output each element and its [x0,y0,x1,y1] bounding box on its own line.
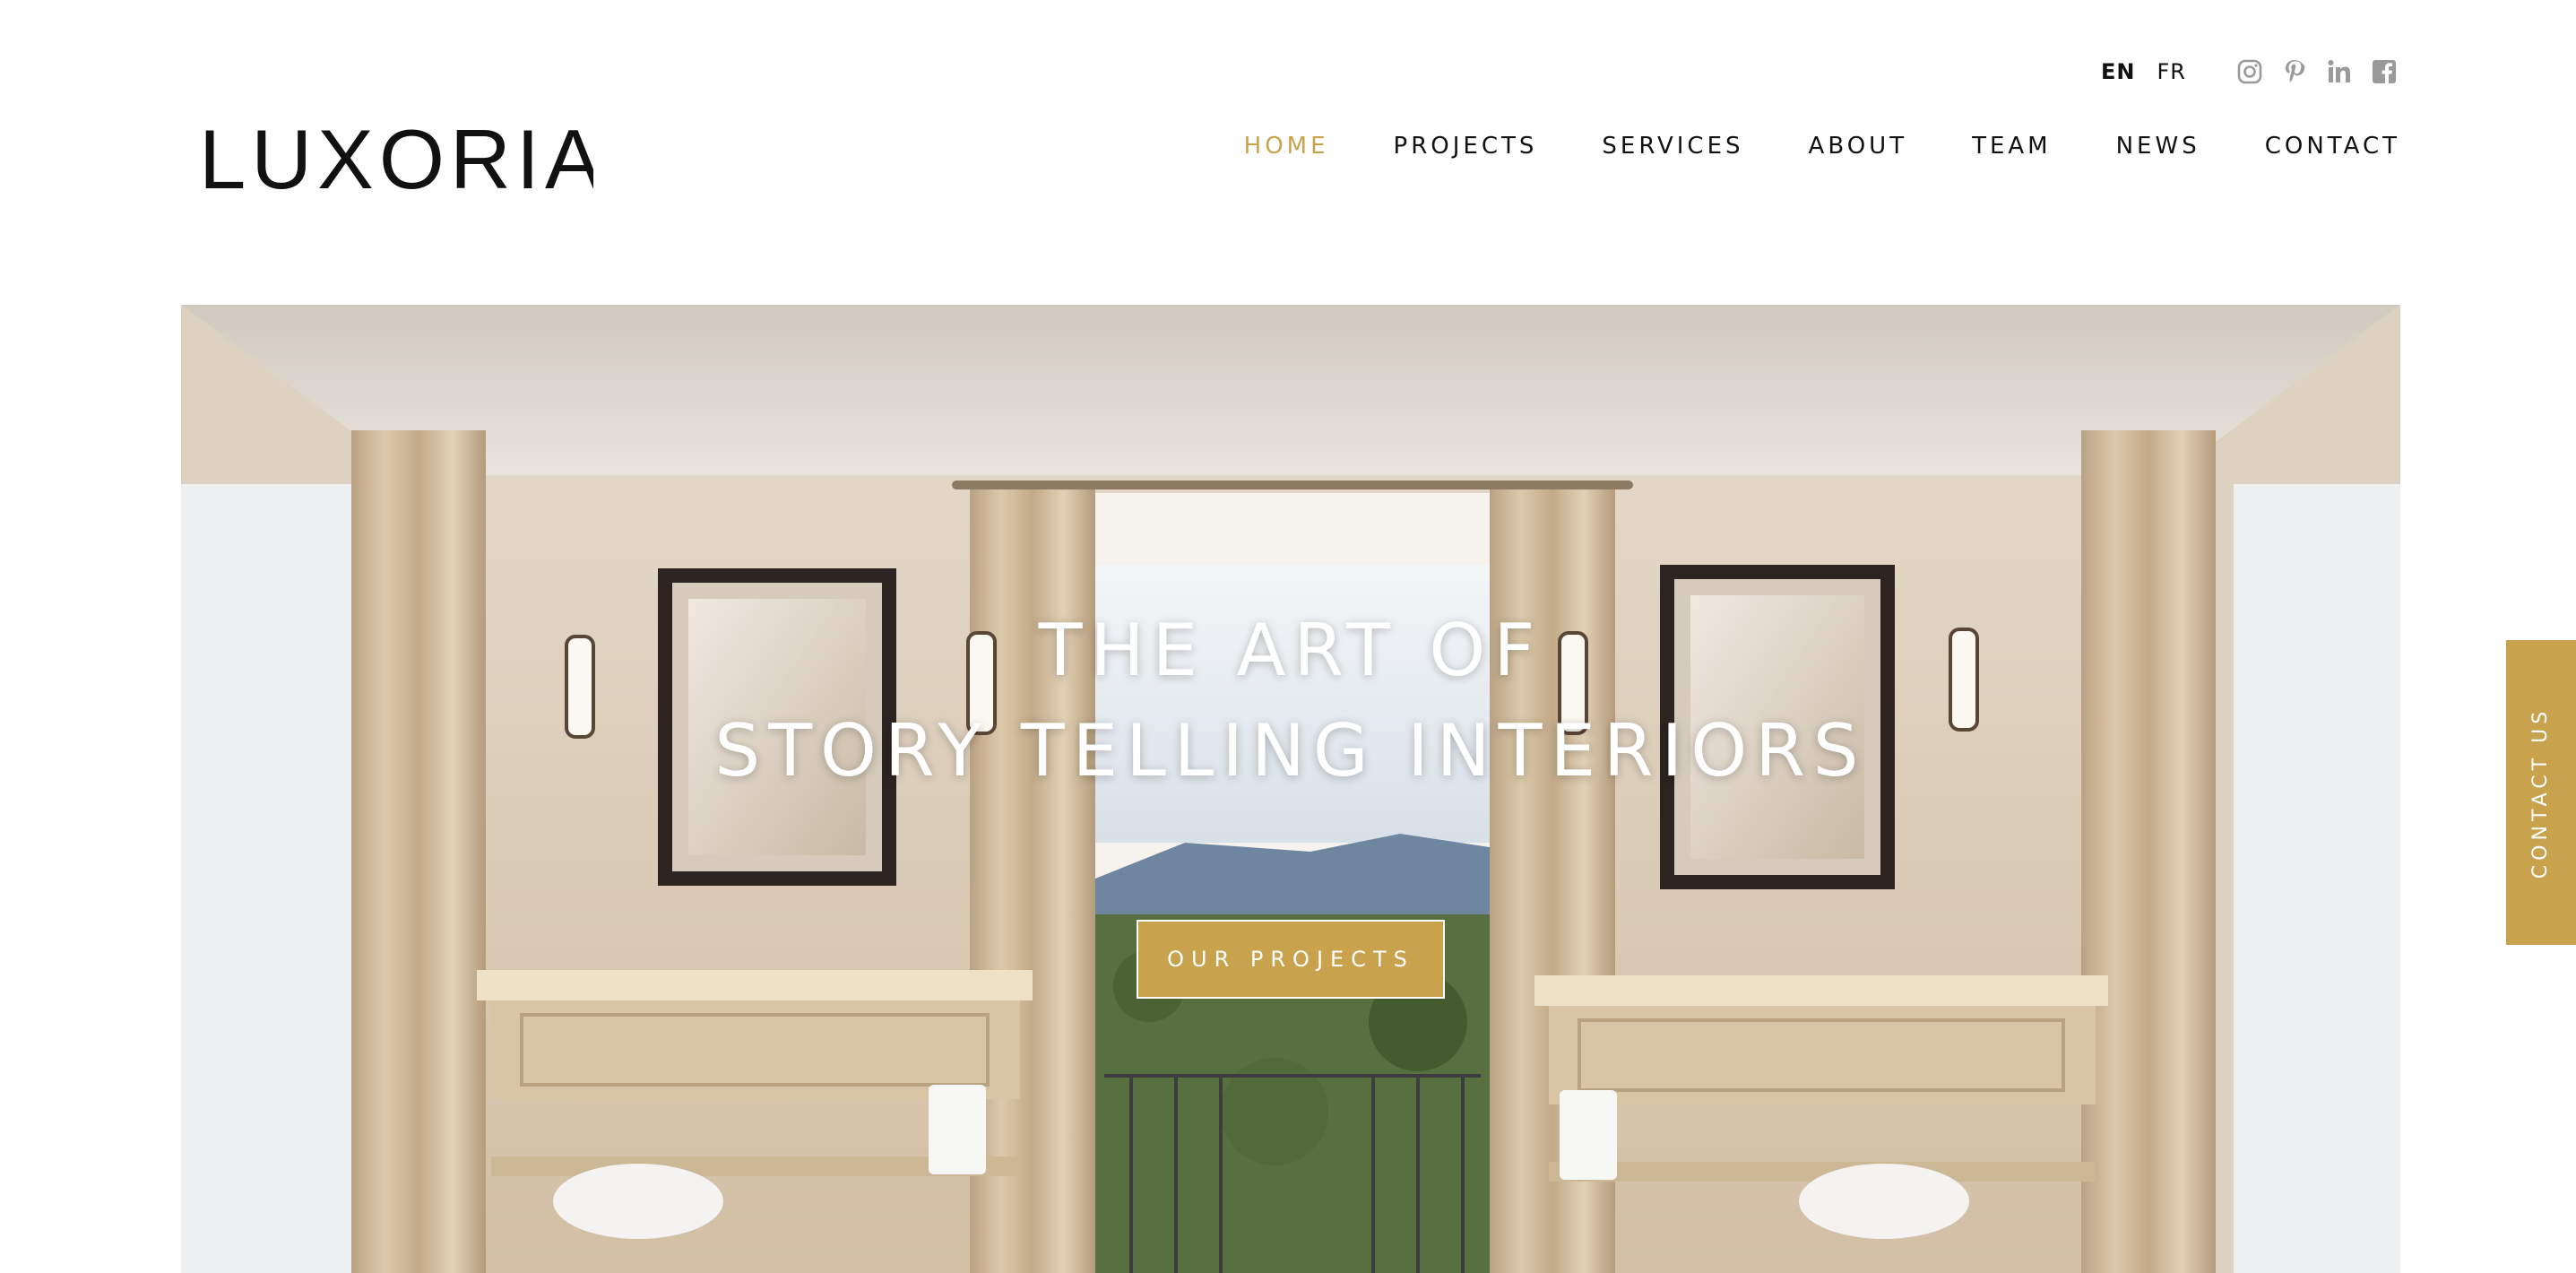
social-links [2235,57,2399,86]
svg-text:LUXORIA: LUXORIA [199,122,593,194]
page: LUXORIA EN FR HOME PROJECTS SERVICES ABO… [0,0,2576,1273]
nav-services[interactable]: SERVICES [1602,133,1743,160]
contact-us-tab[interactable]: CONTACT US [2506,640,2576,945]
nav-contact[interactable]: CONTACT [2265,133,2400,160]
language-switcher: EN FR [2101,59,2186,84]
hero-title-line-2: STORY TELLING INTERIORS [714,709,1867,792]
pinterest-icon[interactable] [2280,57,2309,86]
nav-home[interactable]: HOME [1244,133,1329,160]
instagram-icon[interactable] [2235,57,2264,86]
brand-logo[interactable]: LUXORIA [199,122,593,194]
contact-us-tab-label: CONTACT US [2529,706,2553,879]
nav-projects[interactable]: PROJECTS [1394,133,1538,160]
facebook-icon[interactable] [2370,57,2399,86]
hero-title: THE ART OF STORY TELLING INTERIORS [181,601,2400,801]
lang-fr[interactable]: FR [2157,59,2185,84]
nav-about[interactable]: ABOUT [1809,133,1908,160]
nav-news[interactable]: NEWS [2116,133,2200,160]
hero-title-line-1: THE ART OF [1038,609,1543,692]
main-nav: HOME PROJECTS SERVICES ABOUT TEAM NEWS C… [1244,133,2400,160]
linkedin-icon[interactable] [2325,57,2354,86]
nav-team[interactable]: TEAM [1972,133,2052,160]
lang-en[interactable]: EN [2101,59,2135,84]
hero-section: THE ART OF STORY TELLING INTERIORS OUR P… [181,305,2400,1273]
our-projects-button[interactable]: OUR PROJECTS [1137,920,1445,999]
brand-logo-mark: LUXORIA [199,122,593,194]
